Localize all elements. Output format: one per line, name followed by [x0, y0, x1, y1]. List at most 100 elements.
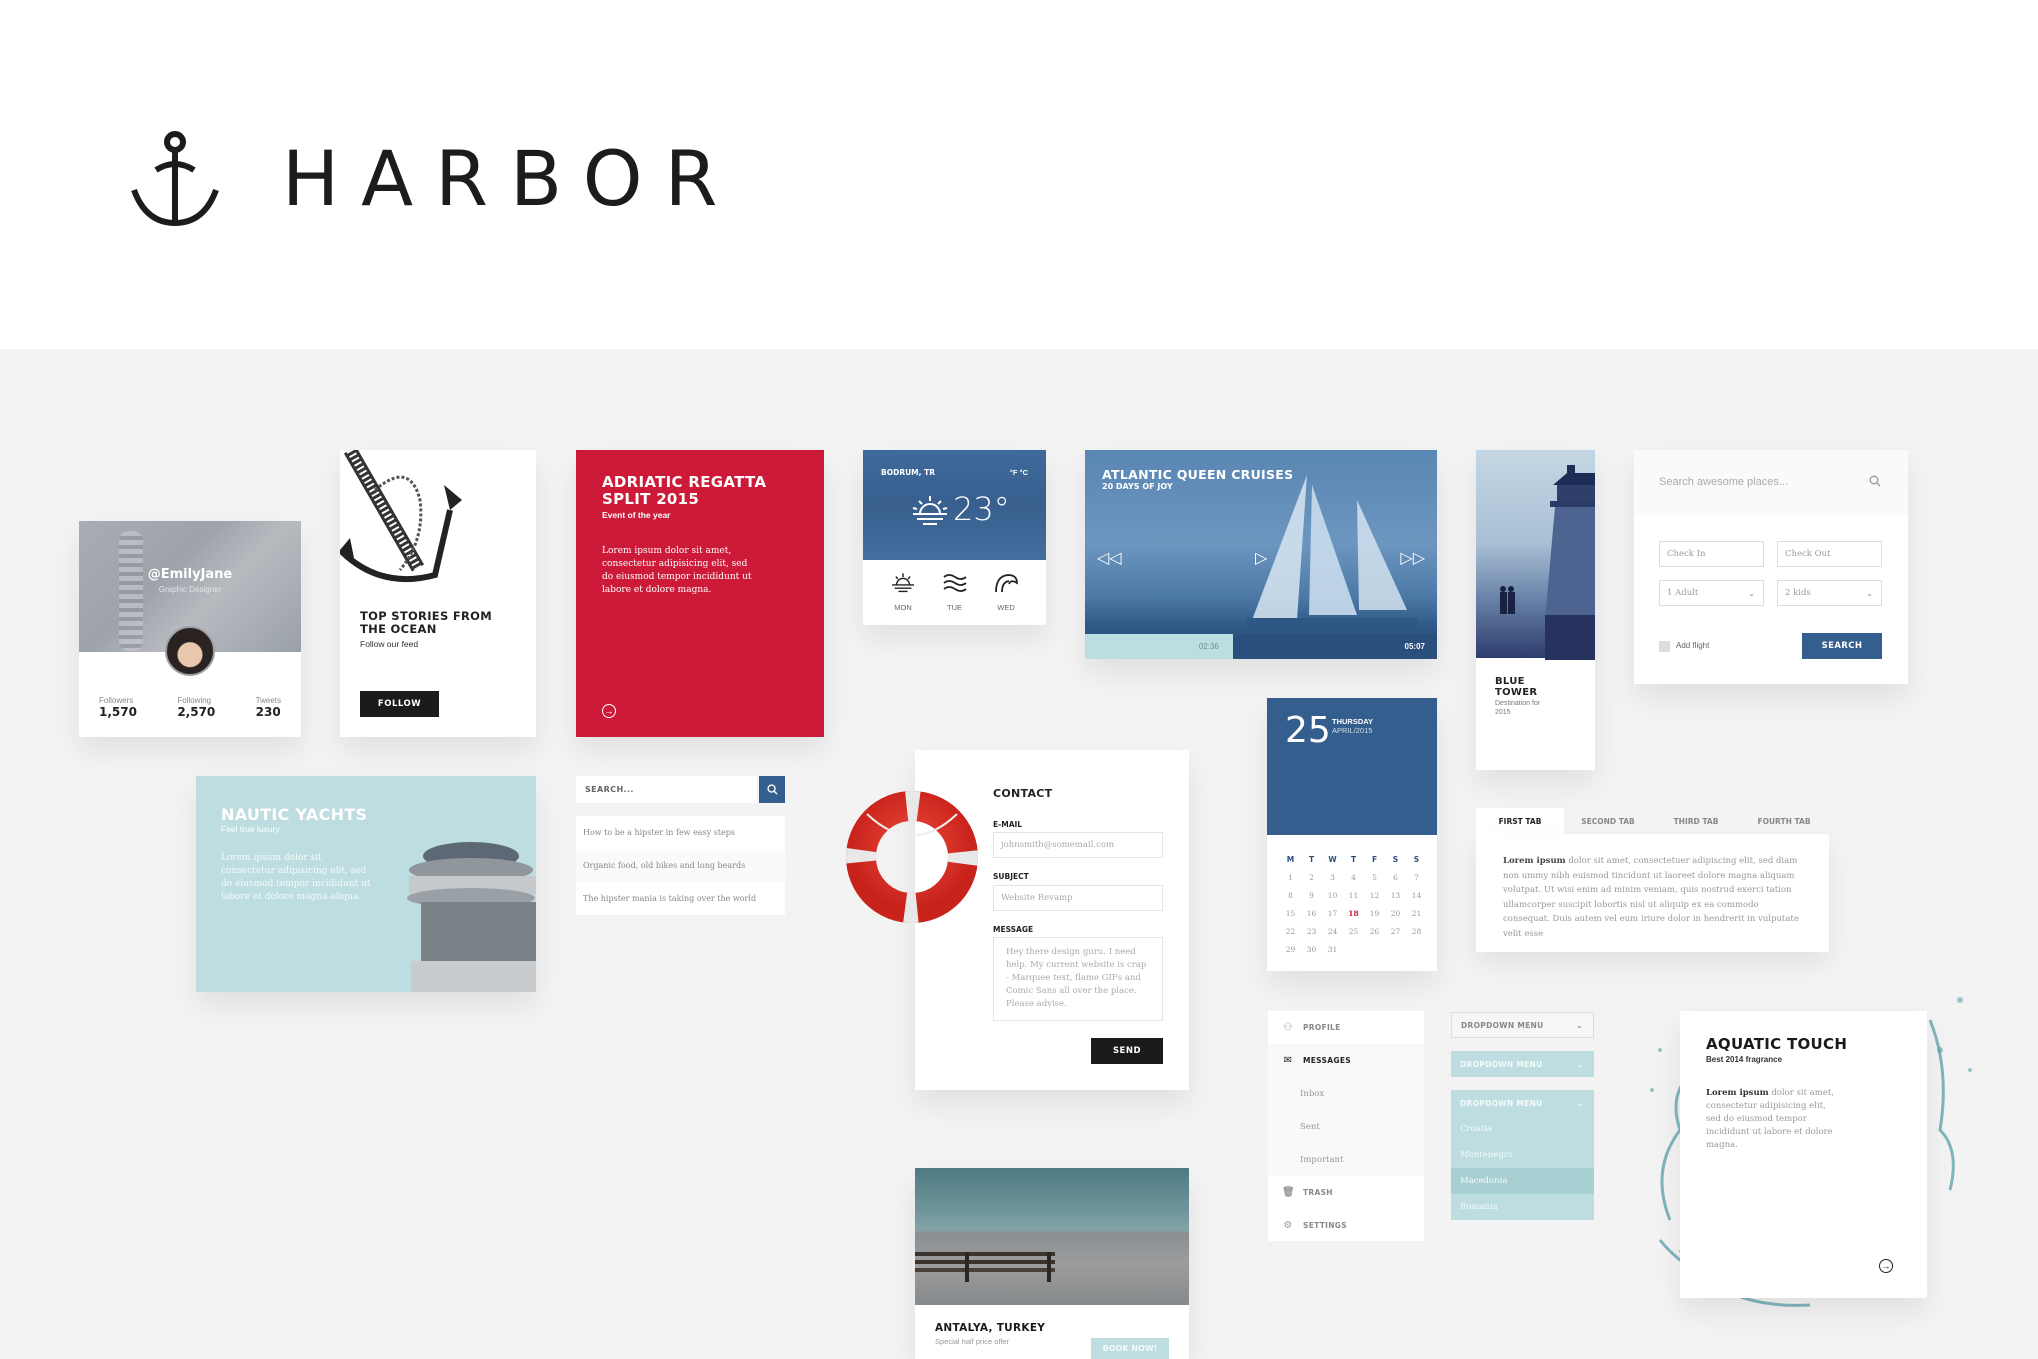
calendar-day[interactable]: 19 — [1364, 904, 1385, 922]
calendar-day[interactable]: 20 — [1385, 904, 1406, 922]
calendar-day[interactable]: 28 — [1406, 922, 1427, 940]
search-result-item[interactable]: The hipster mania is taking over the wor… — [576, 882, 785, 915]
message-textarea[interactable]: Hey there design guru. I need help. My c… — [993, 937, 1163, 1021]
search-result-item[interactable]: How to be a hipster in few easy steps — [576, 816, 785, 849]
calendar-day[interactable]: 22 — [1280, 922, 1301, 940]
subject-field[interactable]: Website Revamp — [993, 885, 1163, 911]
search-button[interactable]: SEARCH — [1802, 633, 1882, 659]
calendar-day[interactable]: 4 — [1343, 868, 1364, 886]
nav-item-settings[interactable]: ⚙ SETTINGS — [1268, 1209, 1424, 1241]
calendar-day[interactable]: 27 — [1385, 922, 1406, 940]
nav-item-messages[interactable]: ✉ MESSAGES — [1268, 1044, 1424, 1077]
brand-logo[interactable]: HARBOR — [130, 128, 739, 228]
aquatic-card: AQUATIC TOUCH Best 2014 fragrance Lorem … — [1680, 1011, 1927, 1298]
calendar-day[interactable]: 15 — [1280, 904, 1301, 922]
dropdown-default[interactable]: DROPDOWN MENU ⌄ — [1451, 1012, 1594, 1038]
forecast-day[interactable]: WED — [986, 572, 1026, 612]
nav-item-trash[interactable]: 🗑 TRASH — [1268, 1176, 1424, 1209]
unit-toggle[interactable]: °F °C — [1010, 468, 1028, 477]
dropdown-option[interactable]: Macedonia — [1451, 1168, 1594, 1194]
nautic-title: NAUTIC YACHTS — [221, 805, 368, 824]
nav-subitem-important[interactable]: Important — [1268, 1143, 1424, 1176]
calendar-day[interactable]: 10 — [1322, 886, 1343, 904]
calendar-day[interactable]: 26 — [1364, 922, 1385, 940]
calendar-day[interactable]: 1 — [1280, 868, 1301, 886]
kids-select[interactable]: 2 kids ⌄ — [1777, 580, 1882, 606]
calendar-day[interactable]: 18 — [1343, 904, 1364, 922]
forecast-day[interactable]: TUE — [935, 572, 975, 612]
calendar-day[interactable]: 2 — [1301, 868, 1322, 886]
calendar-day[interactable]: 3 — [1322, 868, 1343, 886]
search-result-item[interactable]: Organic food, old bikes and long beards — [576, 849, 785, 882]
check-in-field[interactable]: Check In — [1659, 541, 1764, 567]
dropdown-open[interactable]: DROPDOWN MENU ⌄ — [1451, 1090, 1594, 1116]
calendar-day[interactable]: 31 — [1322, 940, 1343, 958]
play-icon[interactable]: ▷ — [1255, 548, 1267, 568]
dropdown-option[interactable]: Croatia — [1451, 1116, 1594, 1142]
trash-icon: 🗑 — [1282, 1187, 1295, 1198]
video-progress-bar[interactable]: 02:36 05:07 — [1085, 634, 1437, 659]
tab-first-tab[interactable]: FIRST TAB — [1476, 808, 1564, 834]
arrow-right-circle-icon[interactable]: → — [1879, 1259, 1893, 1273]
avatar[interactable] — [165, 626, 215, 676]
calendar-day[interactable]: 16 — [1301, 904, 1322, 922]
tab-third-tab[interactable]: THIRD TAB — [1652, 808, 1740, 834]
search-icon — [766, 784, 778, 795]
calendar-day[interactable]: 13 — [1385, 886, 1406, 904]
tab-fourth-tab[interactable]: FOURTH TAB — [1740, 808, 1828, 834]
places-search-bar[interactable]: Search awesome places... — [1634, 450, 1908, 515]
calendar-day[interactable]: 24 — [1322, 922, 1343, 940]
email-field[interactable]: johnsmith@somemail.com — [993, 832, 1163, 858]
follow-button[interactable]: FOLLOW — [360, 691, 439, 717]
places-search-input[interactable]: Search awesome places... — [1659, 476, 1788, 488]
dropdown-filled[interactable]: DROPDOWN MENU ⌄ — [1451, 1051, 1594, 1077]
calendar-day[interactable]: 8 — [1280, 886, 1301, 904]
stat-following[interactable]: Following 2,570 — [177, 696, 215, 719]
stories-card: TOP STORIES FROM THE OCEAN Follow our fe… — [340, 450, 536, 737]
nav-subitem-inbox[interactable]: Inbox — [1268, 1077, 1424, 1110]
rewind-icon[interactable]: ◁◁ — [1097, 548, 1122, 568]
forecast-day[interactable]: MON — [883, 572, 923, 612]
add-flight-checkbox[interactable] — [1659, 641, 1670, 652]
dropdown-option[interactable]: Romania — [1451, 1194, 1594, 1220]
dropdown-option[interactable]: Montenegro — [1451, 1142, 1594, 1168]
calendar-day[interactable]: 17 — [1322, 904, 1343, 922]
send-button[interactable]: SEND — [1091, 1038, 1163, 1064]
calendar-day[interactable]: 21 — [1406, 904, 1427, 922]
calendar-day[interactable]: 25 — [1343, 922, 1364, 940]
stat-tweets[interactable]: Tweets 230 — [256, 696, 281, 719]
calendar-day[interactable]: 12 — [1364, 886, 1385, 904]
weekday-header: S — [1413, 854, 1420, 864]
profile-handle[interactable]: @EmilyJane — [79, 567, 301, 582]
calendar-day[interactable]: 7 — [1406, 868, 1427, 886]
search-results: How to be a hipster in few easy steps Or… — [576, 816, 785, 915]
adults-select[interactable]: 1 Adult ⌄ — [1659, 580, 1764, 606]
contact-title: CONTACT — [993, 787, 1053, 800]
check-out-field[interactable]: Check Out — [1777, 541, 1882, 567]
calendar-day[interactable]: 29 — [1280, 940, 1301, 958]
tab-second-tab[interactable]: SECOND TAB — [1564, 808, 1652, 834]
selected-month-year[interactable]: APRIL/2015 — [1332, 726, 1372, 735]
book-now-button[interactable]: BOOK NOW! — [1091, 1338, 1169, 1359]
nav-item-profile[interactable]: ⚇ PROFILE — [1268, 1011, 1424, 1044]
stat-value: 230 — [255, 705, 281, 719]
nav-subitem-sent[interactable]: Sent — [1268, 1110, 1424, 1143]
user-icon: ⚇ — [1283, 1022, 1293, 1033]
blog-search-input[interactable]: SEARCH... — [576, 776, 757, 803]
calendar-day[interactable]: 23 — [1301, 922, 1322, 940]
blog-search-button[interactable] — [759, 776, 785, 803]
calendar-day[interactable]: 9 — [1301, 886, 1322, 904]
calendar-day[interactable]: 14 — [1406, 886, 1427, 904]
calendar-day[interactable]: 5 — [1364, 868, 1385, 886]
calendar-day[interactable]: 6 — [1385, 868, 1406, 886]
calendar-day[interactable]: 30 — [1301, 940, 1322, 958]
nav-label: MESSAGES — [1303, 1056, 1351, 1065]
stat-followers[interactable]: Followers 1,570 — [99, 696, 137, 719]
arrow-right-circle-icon[interactable]: → — [602, 704, 616, 718]
aquatic-title: AQUATIC TOUCH — [1706, 1035, 1848, 1053]
video-title: ATLANTIC QUEEN CRUISES — [1102, 467, 1294, 482]
nautic-body: Lorem ipsum dolor sit consectetur adipis… — [221, 853, 371, 902]
search-icon[interactable] — [1869, 475, 1881, 487]
fast-forward-icon[interactable]: ▷▷ — [1400, 548, 1425, 568]
calendar-day[interactable]: 11 — [1343, 886, 1364, 904]
